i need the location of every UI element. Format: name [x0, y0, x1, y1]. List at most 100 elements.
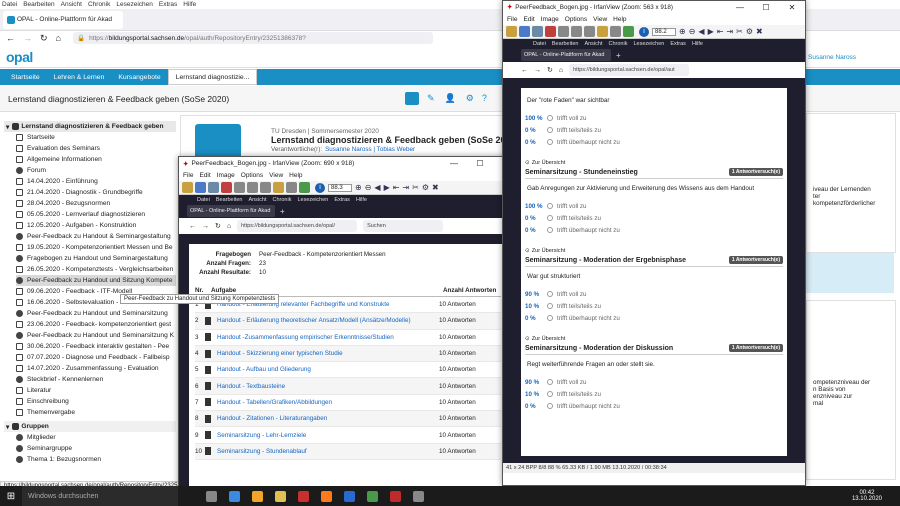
- menu-item[interactable]: Hilfe: [692, 41, 703, 47]
- toolbar-icon[interactable]: [221, 182, 232, 193]
- nav-item[interactable]: Kursangebote: [111, 69, 167, 85]
- toolbar-icon[interactable]: ⊕: [679, 27, 686, 36]
- tree-item[interactable]: Startseite: [16, 132, 176, 143]
- toolbar-icon[interactable]: ✖: [756, 27, 763, 36]
- toolbar-icon[interactable]: ⚙: [422, 183, 429, 192]
- task-link[interactable]: Handout - Skizzierung einer typischen St…: [217, 350, 433, 357]
- menu-item[interactable]: Hilfe: [356, 197, 367, 203]
- menu-item[interactable]: Datei: [533, 41, 546, 47]
- menu-item[interactable]: Bearbeiten: [216, 197, 243, 203]
- toolbar-icon[interactable]: [260, 182, 271, 193]
- toolbar-icon[interactable]: [545, 26, 556, 37]
- menu-item[interactable]: File: [183, 172, 193, 179]
- tree-item[interactable]: Allgemeine Informationen: [16, 154, 176, 165]
- toolbar-icon[interactable]: ⇥: [402, 183, 409, 192]
- tree-item[interactable]: 14.07.2020 - Zusammenfassung - Evaluatio…: [16, 363, 176, 374]
- menu-item[interactable]: Ansicht: [61, 1, 82, 8]
- reload-icon[interactable]: ↻: [40, 33, 48, 44]
- opal-logo[interactable]: opal: [6, 49, 33, 65]
- toolbar-icon[interactable]: [234, 182, 245, 193]
- menu-item[interactable]: Datei: [2, 1, 17, 8]
- tree-item[interactable]: 28.04.2020 - Bezugsnormen: [16, 198, 176, 209]
- taskbar-app-icon[interactable]: [390, 490, 401, 502]
- tree-item[interactable]: 21.04.2020 - Diagnostik - Grundbegriffe: [16, 187, 176, 198]
- menu-item[interactable]: View: [269, 172, 283, 179]
- toolbar-icon[interactable]: [286, 182, 297, 193]
- nav-item[interactable]: Lehren & Lernen: [47, 69, 112, 85]
- home-icon[interactable]: ⌂: [56, 33, 61, 43]
- tree-item[interactable]: Peer-Feedback zu Handout und Seminarsitz…: [16, 330, 176, 341]
- toolbar-icon[interactable]: [208, 182, 219, 193]
- tree-item[interactable]: Peer-Feedback zu Handout und Sitzung Kom…: [16, 275, 176, 286]
- toolbar-icon[interactable]: ▶: [384, 183, 390, 192]
- menu-item[interactable]: Ansicht: [248, 197, 266, 203]
- toolbar-icon[interactable]: [597, 26, 608, 37]
- task-link[interactable]: Handout - Erläuterung theoretischer Ansa…: [217, 317, 433, 324]
- tree-item[interactable]: Peer-Feedback zu Handout & Seminargestal…: [16, 231, 176, 242]
- taskbar-app-icon[interactable]: [275, 490, 286, 502]
- taskbar-app-icon[interactable]: [206, 490, 217, 502]
- tree-item[interactable]: Forum: [16, 165, 176, 176]
- taskbar-app-icon[interactable]: [321, 490, 332, 502]
- tree-item[interactable]: Steckbrief - Kennenlernen: [16, 374, 176, 385]
- taskbar-app-icon[interactable]: [252, 490, 263, 502]
- maximize-button[interactable]: ☐: [467, 159, 493, 168]
- toolbar-icon[interactable]: ✂: [736, 27, 743, 36]
- task-link[interactable]: Handout -Zusammenfassung empirischer Erk…: [217, 334, 433, 341]
- group-item[interactable]: Thema 1: Bezugsnormen: [16, 454, 176, 465]
- group-item[interactable]: Seminargruppe: [16, 443, 176, 454]
- taskbar-app-icon[interactable]: [344, 490, 355, 502]
- task-link[interactable]: Handout - Textbausteine: [217, 383, 433, 390]
- zoom-field[interactable]: 88.2: [652, 27, 676, 36]
- menu-item[interactable]: Options: [565, 16, 587, 23]
- toolbar-icon[interactable]: ⊕: [355, 183, 362, 192]
- toolbar-icon[interactable]: [558, 26, 569, 37]
- back-icon[interactable]: ←: [6, 33, 15, 43]
- edit-icon[interactable]: ✎: [427, 93, 435, 104]
- forward-icon[interactable]: →: [23, 33, 32, 43]
- menu-item[interactable]: Bearbeiten: [552, 41, 579, 47]
- menu-item[interactable]: Extras: [670, 41, 686, 47]
- menu-item[interactable]: Bearbeiten: [23, 1, 54, 8]
- tree-item[interactable]: 30.06.2020 - Feedback interaktiv gestalt…: [16, 341, 176, 352]
- menu-item[interactable]: Options: [241, 172, 263, 179]
- menu-item[interactable]: Chronik: [273, 197, 292, 203]
- menu-item[interactable]: Extras: [159, 1, 177, 8]
- menu-item[interactable]: Help: [613, 16, 626, 23]
- settings-icon[interactable]: ⚙: [466, 93, 474, 104]
- toolbar-icon[interactable]: ◀: [374, 183, 380, 192]
- browser-tab[interactable]: OPAL - Online-Plattform für Akad: [3, 10, 123, 29]
- zoom-field[interactable]: 88.3: [328, 183, 352, 192]
- taskbar-app-icon[interactable]: [413, 490, 424, 502]
- menu-item[interactable]: Lesezeichen: [116, 1, 153, 8]
- users-icon[interactable]: 👤: [445, 93, 456, 104]
- toolbar-icon[interactable]: ⊖: [365, 183, 372, 192]
- toolbar-icon[interactable]: [247, 182, 258, 193]
- menu-item[interactable]: Chronik: [609, 41, 628, 47]
- menu-item[interactable]: Image: [541, 16, 559, 23]
- toolbar-icon[interactable]: ⇤: [717, 27, 724, 36]
- menu-item[interactable]: Lesezeichen: [297, 197, 328, 203]
- task-link[interactable]: Handout - Tabellen/Grafiken/Abbildungen: [217, 399, 433, 406]
- toolbar-icon[interactable]: [623, 26, 634, 37]
- close-button[interactable]: ✕: [779, 3, 805, 12]
- toolbar-icon[interactable]: ⚙: [746, 27, 753, 36]
- task-link[interactable]: Seminarsitzung - Stundenablauf: [217, 448, 433, 455]
- tree-item[interactable]: Literatur: [16, 385, 176, 396]
- window-titlebar[interactable]: ✦ PeerFeedback_Bogen.jpg - IrfanView (Zo…: [179, 157, 519, 170]
- menu-item[interactable]: Hilfe: [183, 1, 196, 8]
- tree-item[interactable]: Fragebogen zu Handout und Seminargestalt…: [16, 253, 176, 264]
- taskbar-app-icon[interactable]: [367, 490, 378, 502]
- toolbar-icon[interactable]: ⇤: [393, 183, 400, 192]
- tree-item[interactable]: 19.05.2020 - Kompetenzorientiert Messen …: [16, 242, 176, 253]
- url-bar[interactable]: 🔒 https:// bildungsportal.sachsen.de /op…: [72, 32, 433, 44]
- toolbar-icon[interactable]: [571, 26, 582, 37]
- task-link[interactable]: Seminarsitzung - Lehr-Lernziele: [217, 432, 433, 439]
- menu-item[interactable]: Image: [217, 172, 235, 179]
- toolbar-icon[interactable]: ◀: [698, 27, 704, 36]
- nav-item[interactable]: Startseite: [4, 69, 47, 85]
- menu-item[interactable]: Ansicht: [584, 41, 602, 47]
- toolbar-icon[interactable]: [506, 26, 517, 37]
- groups-header[interactable]: ▾ Gruppen: [4, 421, 176, 432]
- overview-link[interactable]: Zur Übersicht: [532, 336, 566, 342]
